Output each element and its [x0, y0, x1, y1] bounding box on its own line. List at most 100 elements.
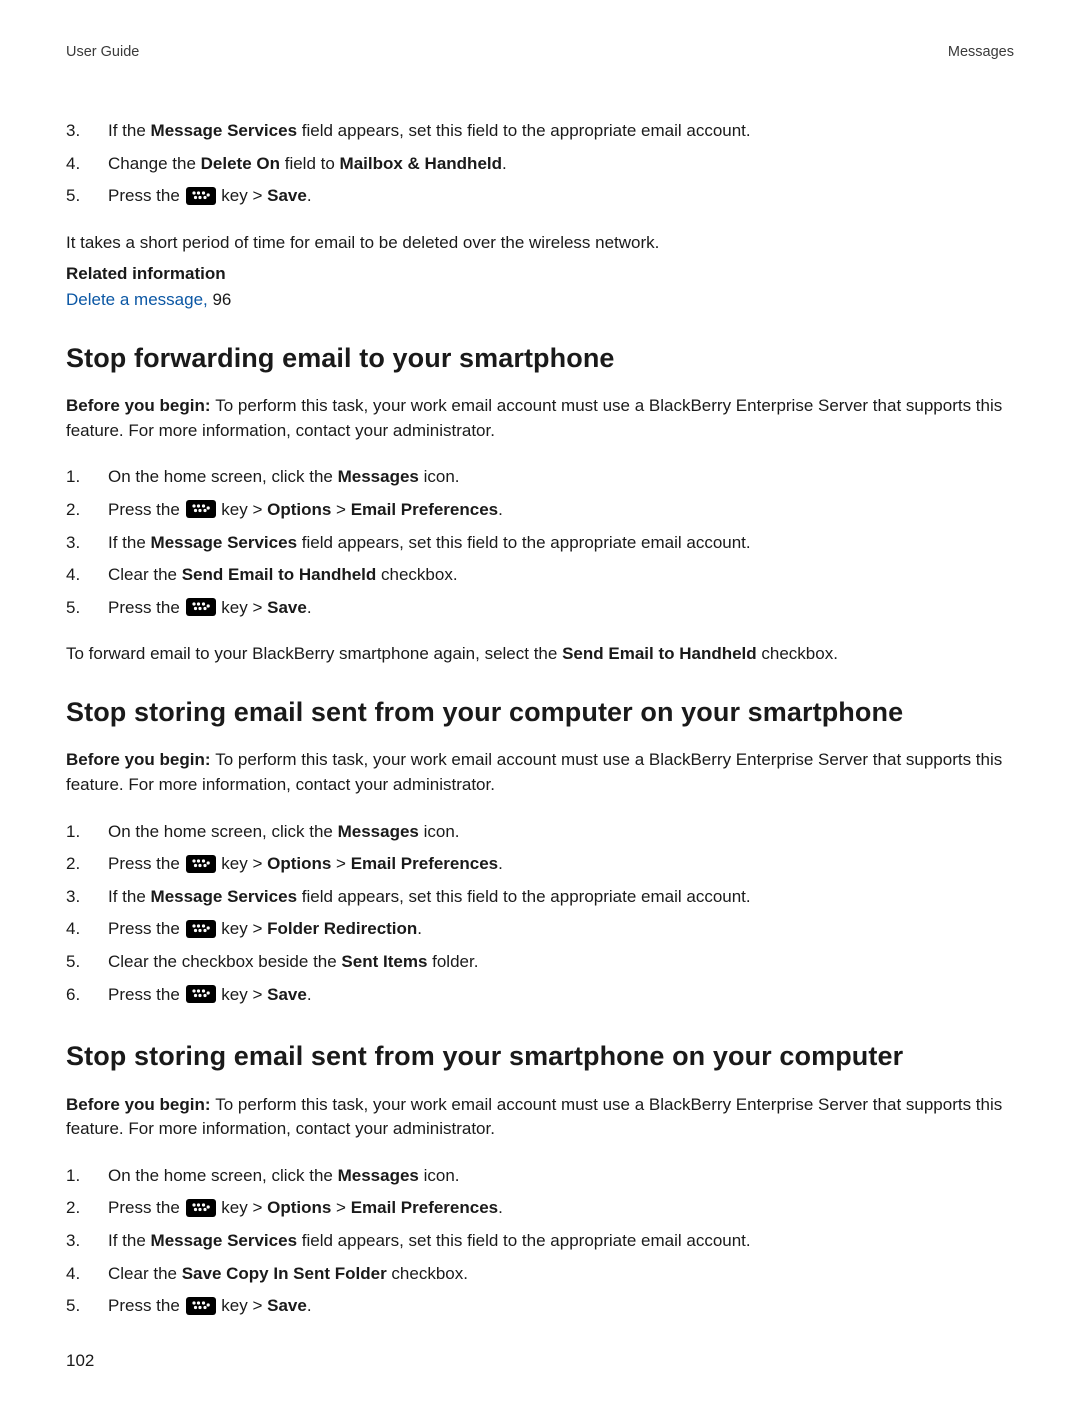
before-you-begin: Before you begin: To perform this task, …	[66, 394, 1014, 443]
bold-term: Message Services	[151, 533, 298, 552]
step-body: On the home screen, click the Messages i…	[108, 465, 1014, 490]
blackberry-key-icon	[186, 985, 216, 1003]
blackberry-key-icon	[186, 500, 216, 518]
step-number: 6.	[66, 983, 108, 1008]
step-body: Press the key > Save.	[108, 1294, 1014, 1319]
bold-term: Save	[267, 1296, 307, 1315]
step-body: Clear the checkbox beside the Sent Items…	[108, 950, 1014, 975]
blackberry-key-icon	[186, 920, 216, 938]
step-number: 5.	[66, 950, 108, 975]
step-body: Press the key > Folder Redirection.	[108, 917, 1014, 942]
step-body: Press the key > Options > Email Preferen…	[108, 498, 1014, 523]
step-body: Clear the Save Copy In Sent Folder check…	[108, 1262, 1014, 1287]
step-list: 1.On the home screen, click the Messages…	[66, 461, 1014, 624]
bold-term: Options	[267, 854, 331, 873]
step-number: 2.	[66, 1196, 108, 1221]
blackberry-key-icon	[186, 855, 216, 873]
step-list: 1.On the home screen, click the Messages…	[66, 1160, 1014, 1323]
step-item: 5.Press the key > Save.	[66, 592, 1014, 625]
related-link-page: 96	[208, 290, 232, 309]
step-body: On the home screen, click the Messages i…	[108, 820, 1014, 845]
step-body: Press the key > Save.	[108, 596, 1014, 621]
step-body: Press the key > Save.	[108, 184, 1014, 209]
blackberry-key-icon	[186, 1199, 216, 1217]
bold-term: Delete On	[201, 154, 280, 173]
step-item: 1.On the home screen, click the Messages…	[66, 816, 1014, 849]
step-item: 3.If the Message Services field appears,…	[66, 527, 1014, 560]
bold-term: Messages	[338, 1166, 419, 1185]
bold-term: Options	[267, 1198, 331, 1217]
step-number: 3.	[66, 1229, 108, 1254]
before-you-begin: Before you begin: To perform this task, …	[66, 748, 1014, 797]
step-number: 3.	[66, 885, 108, 910]
step-item: 3.If the Message Services field appears,…	[66, 881, 1014, 914]
step-item: 3.If the Message Services field appears,…	[66, 115, 1014, 148]
section-title: Stop storing email sent from your comput…	[66, 693, 1014, 732]
page-header: User Guide Messages	[66, 42, 1014, 63]
bold-term: Message Services	[151, 1231, 298, 1250]
step-number: 1.	[66, 1164, 108, 1189]
step-body: If the Message Services field appears, s…	[108, 885, 1014, 910]
step-number: 3.	[66, 119, 108, 144]
bold-term: Message Services	[151, 887, 298, 906]
step-number: 4.	[66, 563, 108, 588]
step-item: 4.Press the key > Folder Redirection.	[66, 913, 1014, 946]
before-you-begin-label: Before you begin:	[66, 750, 215, 769]
step-item: 5.Clear the checkbox beside the Sent Ite…	[66, 946, 1014, 979]
step-item: 4.Change the Delete On field to Mailbox …	[66, 148, 1014, 181]
section-title: Stop storing email sent from your smartp…	[66, 1037, 1014, 1076]
header-left: User Guide	[66, 42, 139, 63]
related-link-line: Delete a message, 96	[66, 288, 1014, 313]
step-number: 4.	[66, 1262, 108, 1287]
step-item: 3.If the Message Services field appears,…	[66, 1225, 1014, 1258]
step-body: On the home screen, click the Messages i…	[108, 1164, 1014, 1189]
bold-term: Email Preferences	[351, 500, 498, 519]
bold-term: Email Preferences	[351, 1198, 498, 1217]
step-list: 1.On the home screen, click the Messages…	[66, 816, 1014, 1012]
bold-term: Save	[267, 186, 307, 205]
step-body: Press the key > Options > Email Preferen…	[108, 1196, 1014, 1221]
blackberry-key-icon	[186, 598, 216, 616]
step-body: If the Message Services field appears, s…	[108, 1229, 1014, 1254]
step-number: 1.	[66, 465, 108, 490]
step-item: 2.Press the key > Options > Email Prefer…	[66, 848, 1014, 881]
step-body: Press the key > Options > Email Preferen…	[108, 852, 1014, 877]
related-info-heading: Related information	[66, 262, 1014, 287]
step-number: 1.	[66, 820, 108, 845]
blackberry-key-icon	[186, 187, 216, 205]
bold-term: Email Preferences	[351, 854, 498, 873]
bold-term: Send Email to Handheld	[562, 644, 757, 663]
bold-term: Mailbox & Handheld	[340, 154, 502, 173]
step-number: 5.	[66, 184, 108, 209]
step-item: 2.Press the key > Options > Email Prefer…	[66, 494, 1014, 527]
bold-term: Save	[267, 985, 307, 1004]
bold-term: Save	[267, 598, 307, 617]
step-item: 5.Press the key > Save.	[66, 180, 1014, 213]
step-item: 1.On the home screen, click the Messages…	[66, 1160, 1014, 1193]
related-link[interactable]: Delete a message,	[66, 290, 208, 309]
after-note: To forward email to your BlackBerry smar…	[66, 642, 1014, 667]
bold-term: Sent Items	[341, 952, 427, 971]
bold-term: Folder Redirection	[267, 919, 417, 938]
page-number: 102	[66, 1349, 1014, 1374]
step-item: 2.Press the key > Options > Email Prefer…	[66, 1192, 1014, 1225]
blackberry-key-icon	[186, 1297, 216, 1315]
step-body: If the Message Services field appears, s…	[108, 531, 1014, 556]
step-item: 4.Clear the Send Email to Handheld check…	[66, 559, 1014, 592]
section-continued: 3.If the Message Services field appears,…	[66, 115, 1014, 313]
step-number: 2.	[66, 852, 108, 877]
step-number: 2.	[66, 498, 108, 523]
before-you-begin-label: Before you begin:	[66, 396, 215, 415]
step-number: 5.	[66, 1294, 108, 1319]
bold-term: Message Services	[151, 121, 298, 140]
header-right: Messages	[948, 42, 1014, 63]
step-number: 3.	[66, 531, 108, 556]
step-list: 3.If the Message Services field appears,…	[66, 115, 1014, 213]
step-number: 5.	[66, 596, 108, 621]
step-item: 6.Press the key > Save.	[66, 979, 1014, 1012]
bold-term: Send Email to Handheld	[182, 565, 377, 584]
section-title: Stop forwarding email to your smartphone	[66, 339, 1014, 378]
before-you-begin-label: Before you begin:	[66, 1095, 215, 1114]
step-item: 5.Press the key > Save.	[66, 1290, 1014, 1323]
step-body: Clear the Send Email to Handheld checkbo…	[108, 563, 1014, 588]
